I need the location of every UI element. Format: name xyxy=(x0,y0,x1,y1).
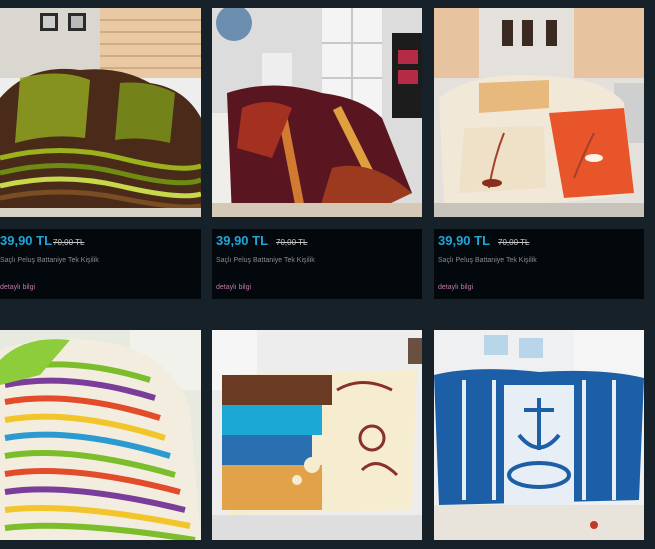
product-grid: 39,90 TL 70,00 TL Saçlı Peluş Battaniye … xyxy=(0,0,655,549)
product-detail-link[interactable]: detaylı bilgi xyxy=(438,284,473,291)
product-price: 39,90 TL xyxy=(0,233,53,248)
product-price: 39,90 TL xyxy=(438,233,491,248)
product-name[interactable]: Saçlı Peluş Battaniye Tek Kişilik xyxy=(216,257,315,264)
product-image-cream-orange-blanket[interactable] xyxy=(434,8,644,217)
product-info-2: 39,90 TL 70,00 TL Saçlı Peluş Battaniye … xyxy=(212,229,422,299)
product-name[interactable]: Saçlı Peluş Battaniye Tek Kişilik xyxy=(0,257,99,264)
product-detail-link[interactable]: detaylı bilgi xyxy=(216,284,251,291)
product-old-price: 70,00 TL xyxy=(498,238,530,247)
product-detail-link[interactable]: detaylı bilgi xyxy=(0,284,35,291)
product-info-3: 39,90 TL 70,00 TL Saçlı Peluş Battaniye … xyxy=(434,229,644,299)
product-image-green-brown-blanket[interactable] xyxy=(0,8,201,217)
product-info-1: 39,90 TL 70,00 TL Saçlı Peluş Battaniye … xyxy=(0,229,201,299)
product-name[interactable]: Saçlı Peluş Battaniye Tek Kişilik xyxy=(438,257,537,264)
product-image-navy-anchor-blanket[interactable] xyxy=(434,330,644,540)
product-image-multicolor-striped-blanket[interactable] xyxy=(0,330,201,540)
product-image-blue-swirl-blanket[interactable] xyxy=(212,330,422,540)
product-old-price: 70,00 TL xyxy=(53,238,85,247)
product-image-burgundy-blanket[interactable] xyxy=(212,8,422,217)
product-old-price: 70,00 TL xyxy=(276,238,308,247)
product-price: 39,90 TL xyxy=(216,233,269,248)
